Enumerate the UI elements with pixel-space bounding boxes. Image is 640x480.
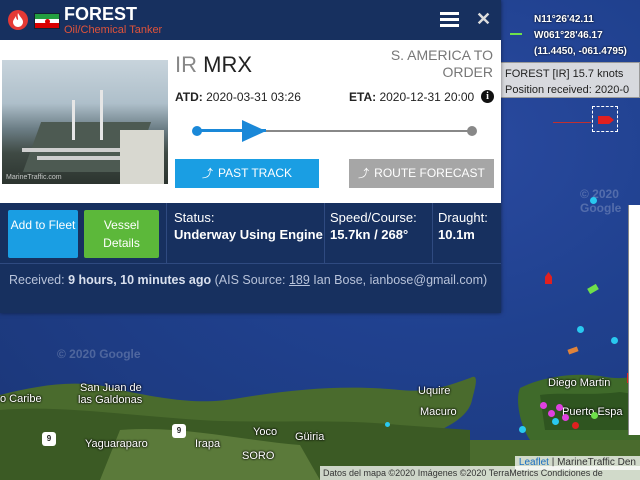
vessel-marker[interactable] — [540, 402, 547, 409]
eta-row: ETA: 2020-12-31 20:00 — [349, 90, 474, 104]
track-icon: ⤴ — [201, 168, 213, 180]
flag-code: IR — [175, 52, 197, 77]
map-copyright: Datos del mapa ©2020 Imágenes ©2020 Terr… — [320, 466, 640, 480]
close-icon[interactable]: ✕ — [476, 9, 491, 30]
vessel-type: Oil/Chemical Tanker — [64, 24, 163, 36]
status-column: Status: Underway Using Engine — [174, 210, 324, 242]
voyage-start-dot — [192, 126, 202, 136]
tanker-flame-icon — [8, 10, 28, 30]
destination-text: S. AMERICA TO ORDER — [390, 47, 493, 80]
route-forecast-label: ROUTE FORECAST — [374, 166, 485, 180]
voyage-end-dot — [467, 126, 477, 136]
vessel-name: FOREST — [64, 4, 138, 24]
draught-label: Draught: — [438, 210, 488, 225]
vessel-marker[interactable] — [519, 426, 526, 433]
info-icon[interactable]: i — [481, 90, 494, 103]
speed-course-column: Speed/Course: 15.7kn / 268° — [330, 210, 430, 242]
voyage-progress-arrow-icon — [242, 120, 266, 142]
past-track-button[interactable]: ⤴ PAST TRACK — [175, 159, 319, 188]
vessel-marker[interactable] — [577, 326, 584, 333]
forecast-icon: ⤴ — [358, 168, 370, 180]
divider — [166, 203, 167, 263]
source-suffix: Ian Bose, ianbose@gmail.com) — [309, 273, 488, 287]
divider — [432, 203, 433, 263]
divider — [0, 263, 501, 264]
vessel-details-button[interactable]: Vessel Details — [84, 210, 159, 258]
draught-column: Draught: 10.1m — [438, 210, 498, 242]
received-prefix: Received: — [9, 273, 69, 287]
map-side-panel-edge — [628, 205, 640, 435]
vessel-marker[interactable] — [590, 197, 597, 204]
coordinates-readout: N11°26'42.11 W061°28'46.17 (11.4450, -06… — [530, 10, 640, 62]
vessel-track — [553, 122, 591, 123]
place-label-yoco: Yoco — [253, 426, 278, 438]
vessel-photo[interactable]: MarineTraffic.com — [2, 60, 168, 184]
route-badge: 9 — [42, 432, 56, 446]
ais-source-link[interactable]: 189 — [289, 273, 310, 287]
callsign-value: MRX — [203, 52, 253, 77]
place-label-caribe: o Caribe — [0, 393, 42, 405]
vessel-marker[interactable] — [385, 422, 390, 427]
vessel-destination: S. AMERICA TO ORDER — [373, 47, 493, 81]
add-to-fleet-button[interactable]: Add to Fleet — [8, 210, 78, 258]
vessel-marker[interactable] — [562, 414, 569, 421]
iran-flag-icon — [34, 13, 60, 29]
place-label-san-juan: San Juan de — [80, 382, 142, 394]
source-prefix: (AIS Source: — [211, 273, 289, 287]
eta-value: 2020-12-31 20:00 — [379, 90, 475, 104]
received-time: 9 hours, 10 minutes ago — [68, 273, 212, 287]
tooltip-position: Position received: 2020-0 — [505, 84, 630, 96]
vessel-marker[interactable] — [548, 410, 555, 417]
vessel-marker[interactable] — [591, 412, 598, 419]
draught-value: 10.1m — [438, 227, 475, 242]
speed-value: 15.7kn / 268° — [330, 227, 409, 242]
vessel-marker[interactable] — [510, 33, 522, 35]
vessel-marker[interactable] — [572, 422, 579, 429]
speed-label: Speed/Course: — [330, 210, 417, 225]
coord-decimal: (11.4450, -061.4795) — [534, 46, 627, 57]
place-label-yaguaraparo: Yaguaraparo — [85, 438, 148, 450]
vessel-hover-tooltip: FOREST [IR] 15.7 knots Position received… — [500, 62, 640, 98]
photo-watermark: MarineTraffic.com — [6, 174, 62, 181]
atd-label: ATD: — [175, 90, 203, 104]
route-badge: 9 — [172, 424, 186, 438]
google-watermark: © 2020 Google — [57, 347, 141, 361]
place-label-guiria: Güiria — [295, 431, 325, 443]
vessel-stats-bar: Add to Fleet Vessel Details Status: Unde… — [0, 203, 501, 313]
atd-row: ATD: 2020-03-31 03:26 — [175, 90, 301, 104]
place-label-soro: SORO — [242, 450, 275, 462]
route-forecast-button[interactable]: ⤴ ROUTE FORECAST — [349, 159, 494, 188]
hamburger-menu-icon[interactable] — [440, 12, 459, 28]
place-label-galdonas: las Galdonas — [78, 394, 143, 406]
received-info: Received: 9 hours, 10 minutes ago (AIS S… — [9, 271, 489, 290]
status-label: Status: — [174, 210, 215, 225]
coord-lon: W061°28'46.17 — [534, 30, 603, 41]
vessel-callsign: IR MRX — [175, 52, 252, 78]
divider — [324, 203, 325, 263]
ship-icon — [598, 116, 614, 124]
place-label-uquire: Uquire — [418, 385, 451, 397]
place-label-diego-martin: Diego Martin — [548, 377, 611, 389]
tooltip-title: FOREST [IR] 15.7 knots — [505, 68, 624, 80]
place-label-irapa: Irapa — [195, 438, 221, 450]
selected-vessel-marker[interactable] — [592, 106, 618, 132]
place-label-macuro: Macuro — [420, 406, 457, 418]
vessel-marker[interactable] — [611, 337, 618, 344]
eta-label: ETA: — [349, 90, 377, 104]
vessel-info-panel: FOREST Oil/Chemical Tanker ✕ MarineTraff… — [0, 0, 501, 313]
atd-value: 2020-03-31 03:26 — [206, 90, 301, 104]
vessel-marker[interactable] — [556, 404, 563, 411]
panel-header: FOREST Oil/Chemical Tanker ✕ — [0, 0, 501, 40]
past-track-label: PAST TRACK — [217, 166, 293, 180]
vessel-marker[interactable] — [552, 418, 559, 425]
status-value: Underway Using Engine — [174, 227, 323, 242]
coord-lat: N11°26'42.11 — [534, 14, 594, 25]
